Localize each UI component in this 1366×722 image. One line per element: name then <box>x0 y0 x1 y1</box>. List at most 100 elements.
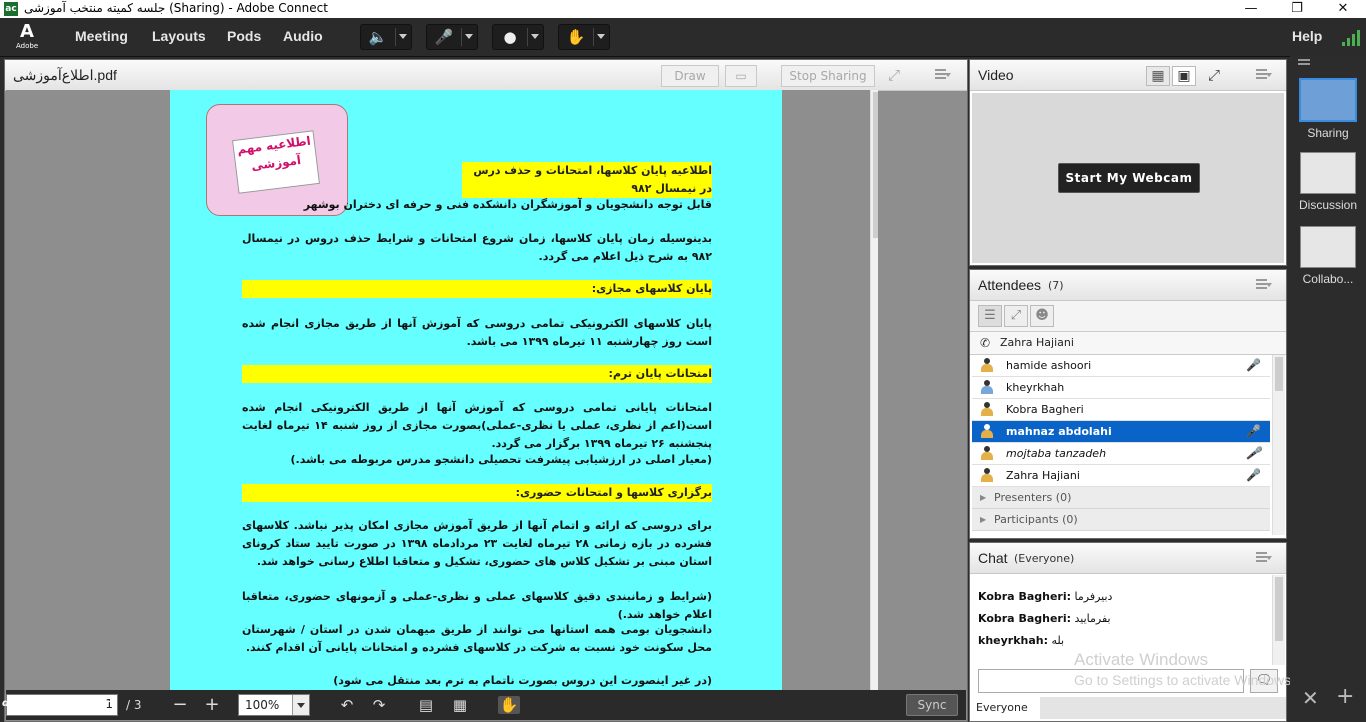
video-pod-title: Video <box>978 67 1014 83</box>
rail-menu-icon[interactable] <box>1298 58 1320 70</box>
doc-heading: برگزاری کلاسها و امتحانات حضوری: <box>242 484 712 502</box>
doc-paragraph: قابل توجه دانشجویان و آموزشگران دانشکده … <box>303 198 712 211</box>
breakout-view-icon[interactable]: ⤢ <box>1004 305 1028 327</box>
share-pod-title: اطلاع‌آموزشی.pdf <box>13 67 117 83</box>
pan-hand-icon[interactable]: ✋ <box>498 696 520 714</box>
attendee-list: hamide ashoori 🎤 kheyrkhah Kobra Bagheri… <box>970 355 1286 537</box>
doc-heading-main: اطلاعیه پایان کلاسها، امتحانات و حذف درس… <box>462 162 712 198</box>
two-page-icon[interactable]: ▦ <box>452 696 468 714</box>
sync-button[interactable]: Sync <box>906 694 958 716</box>
attendee-row[interactable]: kheyrkhah <box>972 377 1270 399</box>
filmstrip-view-icon[interactable]: ▣ <box>1172 66 1196 86</box>
chevron-down-icon[interactable] <box>465 34 473 39</box>
menu-help[interactable]: Help <box>1292 18 1322 56</box>
menu-pods[interactable]: Pods <box>227 18 261 56</box>
doc-paragraph: بدینوسیله زمان پایان کلاسها، زمان شروع ا… <box>242 232 712 263</box>
adobe-logo: A Adobe <box>16 21 39 51</box>
user-icon <box>980 358 994 372</box>
chevron-right-icon: ▶ <box>980 493 987 502</box>
doc-heading: پایان کلاسهای مجازی: <box>242 280 712 298</box>
video-pod-header: Video ▦ ▣ ⤢ <box>970 60 1286 91</box>
start-webcam-button[interactable]: Start My Webcam <box>1058 163 1200 193</box>
chat-scrollbar[interactable] <box>1272 575 1285 665</box>
document-scrollbar-thumb[interactable] <box>873 92 878 238</box>
chat-pod-header: Chat (Everyone) <box>970 543 1286 574</box>
user-icon <box>980 402 994 416</box>
menu-meeting[interactable]: Meeting <box>75 18 128 56</box>
layout-discussion[interactable]: Discussion <box>1298 152 1358 212</box>
status-view-icon[interactable]: ☻ <box>1030 305 1054 327</box>
chevron-down-icon[interactable] <box>531 34 539 39</box>
fullscreen-icon[interactable]: ⤢ <box>1204 66 1224 84</box>
list-view-icon[interactable]: ☰ <box>978 305 1002 327</box>
doc-paragraph: (معیار اصلی در ارزشیابی پیشرفت تحصیلی دا… <box>290 453 712 466</box>
chat-pod-title: Chat <box>978 550 1008 566</box>
layout-collaboration[interactable]: Collabo... <box>1298 226 1358 286</box>
doc-paragraph: برای دروسی که ارائه و اتمام آنها از طریق… <box>242 519 712 568</box>
attendee-list-scrollbar-thumb[interactable] <box>1275 357 1283 391</box>
notice-image-text: اطلاعیه مهم آموزشی <box>232 130 320 194</box>
menu-layouts[interactable]: Layouts <box>152 18 206 56</box>
rotate-right-icon[interactable]: ↷ <box>370 696 388 714</box>
document-scrollbar[interactable] <box>870 90 878 690</box>
attendees-pod-title: Attendees <box>978 277 1042 293</box>
restore-button[interactable]: ❐ <box>1274 0 1320 18</box>
eraser-button[interactable]: ▭ <box>725 65 757 87</box>
doc-paragraph: امتحانات پایانی تمامی دروسی که آموزش آنه… <box>242 401 712 450</box>
chevron-down-icon[interactable] <box>597 34 605 39</box>
webcam-toggle-button[interactable]: ● <box>492 24 544 50</box>
attendee-list-scrollbar[interactable] <box>1272 355 1285 535</box>
speaker-toggle-button[interactable]: 🔈 <box>360 24 412 50</box>
share-pod-header: اطلاع‌آموزشی.pdf Draw ▭ Stop Sharing ⤢ <box>5 60 967 91</box>
single-page-icon[interactable]: ▤ <box>418 696 434 714</box>
participants-group[interactable]: ▶ Participants (0) <box>972 509 1270 531</box>
activate-windows-watermark: Activate Windows <box>1074 650 1209 669</box>
zoom-select[interactable]: 100% <box>238 694 310 716</box>
main-menubar: A Adobe Meeting Layouts Pods Audio 🔈 🎤 ●… <box>0 18 1366 57</box>
microphone-toggle-button[interactable]: 🎤 <box>426 24 478 50</box>
pod-options-icon[interactable] <box>1256 552 1272 564</box>
pod-options-icon[interactable] <box>935 69 951 81</box>
fullscreen-icon[interactable]: ⤢ <box>883 65 905 85</box>
doc-paragraph: (شرایط و زمانبندی دقیق کلاسهای عملی و نظ… <box>242 590 712 621</box>
document-toolbar: 1 / 3 − + 100% ↶ ↷ ▤ ▦ ✋ Sync <box>6 690 966 720</box>
layout-sharing[interactable]: Sharing <box>1298 78 1358 140</box>
stop-sharing-button[interactable]: Stop Sharing <box>781 65 875 87</box>
attendee-row-selected[interactable]: mahnaz abdolahi 🎤 <box>972 421 1270 443</box>
chevron-down-icon[interactable] <box>399 34 407 39</box>
document-page: اطلاعیه مهم آموزشی اطلاعیه پایان کلاسها،… <box>170 90 782 690</box>
attendee-row[interactable]: mojtaba tanzadeh 🎤 <box>972 443 1270 465</box>
chat-scrollbar-thumb[interactable] <box>1275 577 1283 641</box>
attendee-row[interactable]: Kobra Bagheri <box>972 399 1270 421</box>
close-window-button[interactable]: ✕ <box>1320 0 1366 18</box>
rotate-left-icon[interactable]: ↶ <box>338 696 356 714</box>
pod-options-icon[interactable] <box>1256 69 1272 81</box>
chat-recipient-tab[interactable]: Everyone <box>970 697 1041 719</box>
zoom-in-icon[interactable]: + <box>204 696 220 714</box>
pod-options-icon[interactable] <box>1256 279 1272 291</box>
attendee-row[interactable]: Zahra Hajiani 🎤 <box>972 465 1270 487</box>
attendee-count: (7) <box>1048 279 1064 292</box>
presenters-group[interactable]: ▶ Presenters (0) <box>972 487 1270 509</box>
page-total: / 3 <box>126 698 142 712</box>
user-icon <box>980 468 994 482</box>
close-rail-icon[interactable]: ✕ <box>1302 686 1319 710</box>
draw-button[interactable]: Draw <box>661 65 719 87</box>
user-icon <box>980 380 994 394</box>
menu-audio[interactable]: Audio <box>283 18 323 56</box>
chevron-down-icon[interactable] <box>292 695 309 715</box>
speaker-icon: 🔈 <box>368 28 388 46</box>
phone-icon: ✆ <box>980 336 991 350</box>
layout-thumbnail <box>1299 78 1357 122</box>
grid-view-icon[interactable]: ▦ <box>1146 66 1170 86</box>
add-layout-icon[interactable]: + <box>1336 684 1354 709</box>
zoom-out-icon[interactable]: − <box>172 696 188 714</box>
minimize-button[interactable]: — <box>1228 0 1274 18</box>
document-viewport[interactable]: اطلاعیه مهم آموزشی اطلاعیه پایان کلاسها،… <box>6 90 878 690</box>
attendee-row[interactable]: hamide ashoori 🎤 <box>972 355 1270 377</box>
raise-hand-button[interactable]: ✋ <box>558 24 610 50</box>
host-row[interactable]: ✆ Zahra Hajiani <box>970 332 1286 355</box>
video-area: Start My Webcam <box>972 93 1284 263</box>
site-watermark: d-bushehr.nus.ac.ir <box>2 698 111 709</box>
user-icon <box>980 446 994 460</box>
